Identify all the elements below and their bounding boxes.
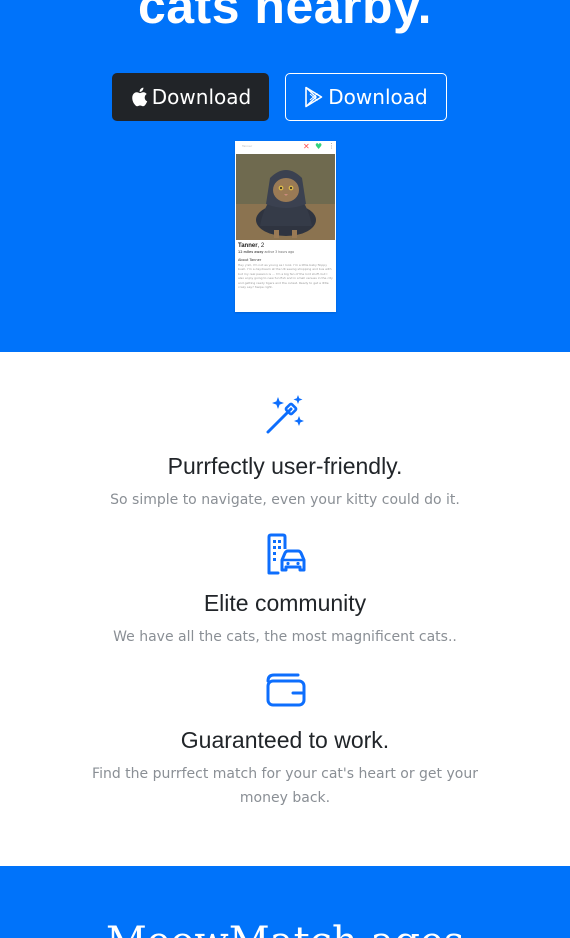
feature-title-elite-community: Elite community (203, 590, 367, 616)
phone-top-bar: Tanner ✕ ♥ ⋮ (235, 141, 336, 153)
profile-meta: 12 miles away active 3 hours ago (238, 250, 334, 255)
google-play-download-label: Download (328, 85, 428, 109)
profile-age: , 2 (257, 243, 265, 249)
google-play-download-button[interactable]: Download (285, 73, 447, 121)
app-store-download-label: Download (151, 85, 252, 109)
close-icon: ✕ (303, 142, 310, 151)
profile-info: Tanner, 2 12 miles away active 3 hours a… (238, 242, 334, 289)
profile-active: active 3 hours ago (264, 250, 295, 254)
heart-icon: ♥ (315, 142, 323, 151)
hero-section: cats nearby. Download Download Tanner ✕ … (0, 0, 570, 352)
app-preview-screenshot: Tanner ✕ ♥ ⋮ Tanner, 2 12 miles away act… (235, 141, 336, 312)
apple-icon (130, 87, 148, 107)
google-play-icon (304, 86, 324, 108)
profile-name: Tanner (238, 243, 258, 249)
feature-title-user-friendly: Purrfectly user-friendly. (167, 453, 403, 479)
feature-text-user-friendly: So simple to navigate, even your kitty c… (110, 492, 460, 508)
feature-text-guaranteed: Find the purrfect match for your cat's h… (92, 766, 478, 806)
hero-title: cats nearby. (137, 0, 433, 34)
wallet-icon (265, 672, 307, 712)
feature-title-guaranteed: Guaranteed to work. (180, 727, 390, 753)
cat-photo (236, 154, 335, 240)
magic-wand-icon (265, 394, 306, 440)
profile-distance: 12 miles away (238, 250, 264, 254)
footer-section: MeowMatch ages (0, 866, 570, 938)
building-car-icon (265, 533, 307, 579)
footer-title: MeowMatch ages (0, 918, 570, 938)
phone-top-label: Tanner (242, 144, 253, 148)
app-store-download-button[interactable]: Download (112, 73, 269, 121)
feature-text-elite-community: We have all the cats, the most magnifice… (113, 629, 457, 645)
profile-name-line: Tanner, 2 (238, 242, 334, 250)
more-icon: ⋮ (328, 142, 335, 150)
profile-about-text: Hey y'all, I'm not as young as I look. I… (238, 263, 333, 290)
